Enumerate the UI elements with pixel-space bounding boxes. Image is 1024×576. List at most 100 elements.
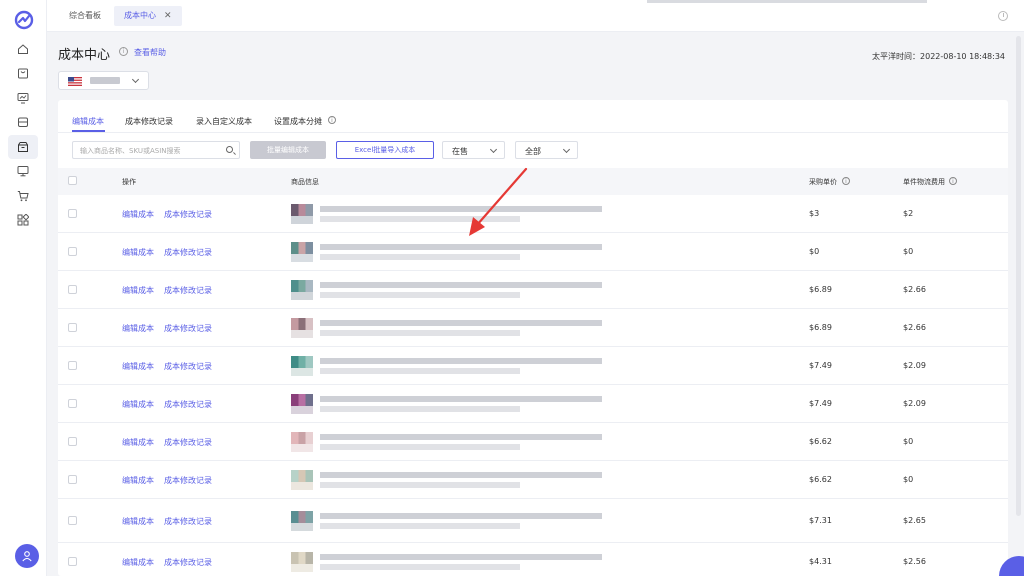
batch-edit-button[interactable]: 批量编辑成本 (250, 141, 326, 159)
row-checkbox[interactable] (68, 323, 77, 332)
excel-import-button[interactable]: Excel批量导入成本 (336, 141, 434, 159)
cost-history-link[interactable]: 成本修改记录 (164, 323, 212, 334)
us-flag-icon (68, 77, 82, 86)
tab-cost-center[interactable]: 成本中心 ✕ (114, 6, 182, 26)
tab-cost-allocation[interactable]: 设置成本分摊 (274, 116, 322, 127)
product-title-blurred (320, 554, 602, 560)
edit-cost-link[interactable]: 编辑成本 (122, 285, 154, 296)
close-icon[interactable]: ✕ (164, 11, 172, 21)
cost-history-link[interactable]: 成本修改记录 (164, 516, 212, 527)
edit-cost-link[interactable]: 编辑成本 (122, 247, 154, 258)
info-icon[interactable]: i (842, 177, 850, 185)
info-icon[interactable]: i (328, 116, 336, 124)
row-checkbox[interactable] (68, 516, 77, 525)
tab-edit-cost[interactable]: 编辑成本 (72, 116, 104, 127)
tab-custom-cost[interactable]: 录入自定义成本 (196, 116, 252, 127)
scope-select-value: 全部 (525, 147, 541, 156)
row-checkbox[interactable] (68, 209, 77, 218)
unit-cost-value: $7.49 (809, 361, 832, 370)
row-checkbox[interactable] (68, 399, 77, 408)
search-placeholder: 输入商品名称、SKU或ASIN搜索 (80, 147, 181, 155)
row-checkbox[interactable] (68, 361, 77, 370)
edit-cost-link[interactable]: 编辑成本 (122, 475, 154, 486)
help-link[interactable]: 查看帮助 (134, 47, 166, 58)
row-checkbox[interactable] (68, 285, 77, 294)
product-thumbnail[interactable] (291, 511, 313, 531)
store-icon[interactable] (15, 114, 31, 130)
tab-cost-history[interactable]: 成本修改记录 (125, 116, 173, 127)
tab-dashboard[interactable]: 综合看板 (59, 6, 111, 26)
cost-history-link[interactable]: 成本修改记录 (164, 285, 212, 296)
search-icon[interactable] (226, 146, 233, 153)
row-checkbox[interactable] (68, 475, 77, 484)
product-title-blurred (320, 513, 602, 519)
select-all-checkbox[interactable] (68, 176, 77, 185)
product-thumbnail[interactable] (291, 280, 313, 300)
product-thumbnail[interactable] (291, 470, 313, 490)
product-thumbnail[interactable] (291, 552, 313, 572)
country-name-blurred (90, 77, 120, 84)
cost-history-link[interactable]: 成本修改记录 (164, 557, 212, 568)
shipping-cost-value: $2.65 (903, 516, 926, 525)
unit-cost-value: $6.89 (809, 285, 832, 294)
info-icon[interactable]: i (949, 177, 957, 185)
scrollbar[interactable] (1016, 36, 1021, 516)
product-thumbnail[interactable] (291, 356, 313, 376)
cost-history-link[interactable]: 成本修改记录 (164, 361, 212, 372)
edit-cost-link[interactable]: 编辑成本 (122, 399, 154, 410)
product-title-blurred (320, 282, 602, 288)
product-thumbnail[interactable] (291, 318, 313, 338)
table-row: 编辑成本 成本修改记录 $7.49 $2.09 (58, 385, 1008, 423)
cost-history-link[interactable]: 成本修改记录 (164, 437, 212, 448)
cost-history-link[interactable]: 成本修改记录 (164, 399, 212, 410)
header-product: 商品信息 (291, 178, 319, 186)
overlay-shadow (647, 0, 927, 3)
edit-cost-link[interactable]: 编辑成本 (122, 323, 154, 334)
product-thumbnail[interactable] (291, 242, 313, 262)
search-input[interactable]: 输入商品名称、SKU或ASIN搜索 (72, 141, 240, 159)
app-logo-icon[interactable] (14, 10, 34, 30)
clock-icon[interactable] (998, 11, 1008, 21)
box-icon[interactable] (15, 139, 31, 155)
tabs-divider (58, 132, 1008, 133)
chart-icon[interactable] (15, 90, 31, 106)
table-row: 编辑成本 成本修改记录 $3 $2 (58, 195, 1008, 233)
chevron-down-icon (562, 145, 571, 154)
product-sku-blurred (320, 523, 520, 529)
status-select[interactable]: 在售 (442, 141, 505, 159)
home-icon[interactable] (15, 41, 31, 57)
monitor-icon[interactable] (15, 163, 31, 179)
cost-history-link[interactable]: 成本修改记录 (164, 209, 212, 220)
edit-cost-link[interactable]: 编辑成本 (122, 437, 154, 448)
product-sku-blurred (320, 292, 520, 298)
table-header: 操作 商品信息 采购单价 i 单件物流费用 i (58, 168, 1008, 195)
row-checkbox[interactable] (68, 437, 77, 446)
shipping-cost-value: $2.56 (903, 557, 926, 566)
tab-label: 综合看板 (69, 11, 101, 20)
product-title-blurred (320, 472, 602, 478)
shop-bag-icon[interactable] (15, 65, 31, 81)
row-checkbox[interactable] (68, 247, 77, 256)
table-row: 编辑成本 成本修改记录 $7.31 $2.65 (58, 499, 1008, 543)
sidebar (0, 0, 47, 576)
product-thumbnail[interactable] (291, 432, 313, 452)
edit-cost-link[interactable]: 编辑成本 (122, 516, 154, 527)
row-checkbox[interactable] (68, 557, 77, 566)
edit-cost-link[interactable]: 编辑成本 (122, 557, 154, 568)
edit-cost-link[interactable]: 编辑成本 (122, 361, 154, 372)
product-title-blurred (320, 396, 602, 402)
table-row: 编辑成本 成本修改记录 $7.49 $2.09 (58, 347, 1008, 385)
cost-history-link[interactable]: 成本修改记录 (164, 247, 212, 258)
product-thumbnail[interactable] (291, 394, 313, 414)
product-thumbnail[interactable] (291, 204, 313, 224)
scope-select[interactable]: 全部 (515, 141, 578, 159)
cost-history-link[interactable]: 成本修改记录 (164, 475, 212, 486)
chevron-down-icon (131, 75, 140, 84)
user-avatar-button[interactable] (15, 544, 39, 568)
help-info-icon[interactable]: i (119, 47, 128, 56)
country-select[interactable] (58, 71, 149, 90)
shipping-cost-value: $2.09 (903, 399, 926, 408)
edit-cost-link[interactable]: 编辑成本 (122, 209, 154, 220)
cart-icon[interactable] (15, 188, 31, 204)
apps-icon[interactable] (15, 212, 31, 228)
